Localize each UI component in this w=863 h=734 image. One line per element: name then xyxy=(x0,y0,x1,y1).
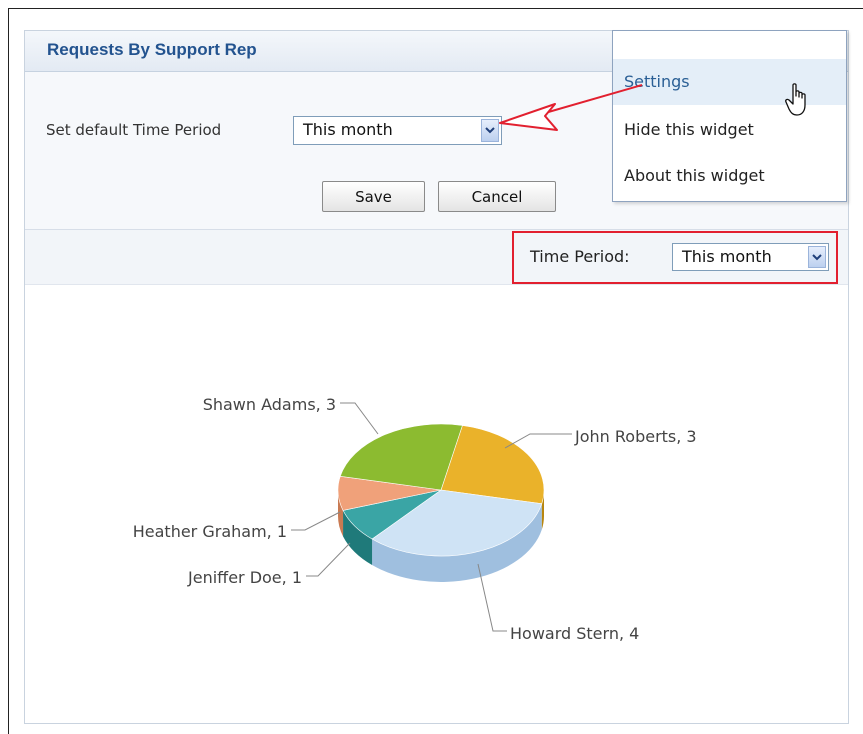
hand-pointer-icon xyxy=(785,83,806,116)
save-button[interactable]: Save xyxy=(322,181,425,212)
time-period-highlight: Time Period: This month xyxy=(512,231,838,284)
menu-item-label: Settings xyxy=(624,72,690,91)
menu-item-label: Hide this widget xyxy=(624,120,754,139)
menu-item-hide-widget[interactable]: Hide this widget xyxy=(613,107,846,153)
time-period-label: Time Period: xyxy=(530,247,630,266)
cancel-button[interactable]: Cancel xyxy=(438,181,556,212)
default-time-period-select[interactable]: This month xyxy=(293,116,502,145)
default-time-period-label: Set default Time Period xyxy=(46,121,222,139)
chevron-down-icon xyxy=(481,119,499,142)
time-period-select[interactable]: This month xyxy=(672,243,829,271)
menu-item-settings[interactable]: Settings xyxy=(613,59,846,105)
menu-item-about-widget[interactable]: About this widget xyxy=(613,153,846,199)
menu-item-label: About this widget xyxy=(624,166,765,185)
default-time-period-value: This month xyxy=(303,120,393,139)
chevron-down-icon xyxy=(808,246,826,268)
time-period-value: This month xyxy=(682,247,772,266)
widget-title: Requests By Support Rep xyxy=(47,40,257,59)
gear-dropdown-menu: Settings Hide this widget About this wid… xyxy=(612,30,847,202)
